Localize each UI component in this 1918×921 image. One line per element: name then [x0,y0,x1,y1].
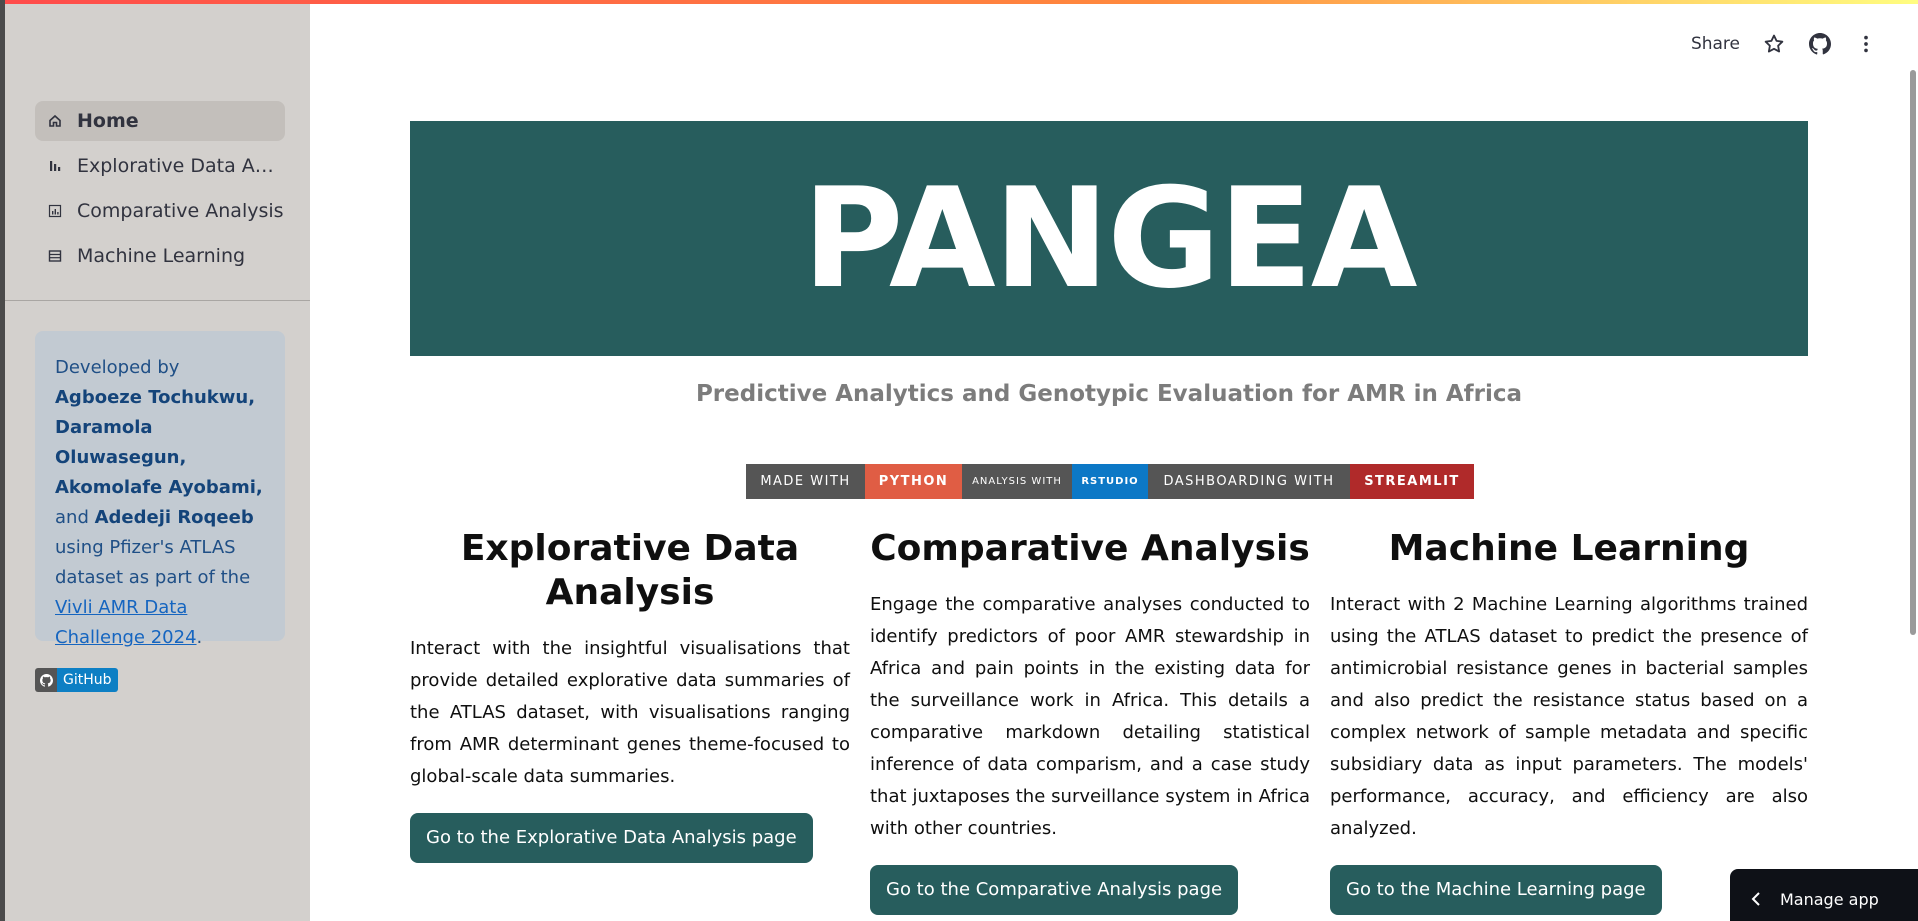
banner-title: PANGEA [802,158,1417,319]
section-machine-learning: Machine Learning Interact with 2 Machine… [1330,527,1808,915]
badge-streamlit: STREAMLIT [1350,464,1474,499]
go-to-machine-learning-button[interactable]: Go to the Machine Learning page [1330,865,1662,915]
sidebar-item-machine-learning[interactable]: Machine Learning [35,236,285,276]
badge-rstudio: RSTUDIO [1072,464,1148,499]
sidebar-nav: Home Explorative Data Analysis Comparati… [35,101,285,281]
manage-app-label: Manage app [1780,889,1879,909]
header-actions: Share [1691,32,1878,56]
sidebar-item-label: Explorative Data Analysis [77,155,285,177]
sidebar-item-label: Comparative Analysis [77,200,284,222]
tech-badges: MADE WITH PYTHON ANALYSIS WITH RSTUDIO D… [746,464,1474,499]
section-description: Interact with the insightful visualisati… [410,638,850,787]
badge-analysis-with: ANALYSIS WITH [962,464,1072,499]
info-text: using Pfizer's ATLAS dataset as part of … [55,537,251,588]
info-author: Adedeji Roqeeb [94,507,254,528]
github-icon[interactable] [1808,32,1832,56]
chevron-left-icon [1750,892,1762,906]
bar-chart-icon [47,158,63,174]
sidebar-item-label: Home [77,110,139,132]
top-decoration-bar [0,0,1918,4]
github-badge-label: GitHub [57,668,118,692]
section-description: Engage the comparative analyses conducte… [870,594,1310,839]
badge-dashboarding-with: DASHBOARDING WITH [1148,464,1350,499]
scrollbar[interactable] [1910,70,1916,635]
info-text: . [196,627,203,648]
banner-subtitle: Predictive Analytics and Genotypic Evalu… [695,381,1523,407]
analytics-icon [47,203,63,219]
developer-info-box: Developed by Agboeze Tochukwu, Daramola … [35,331,285,648]
manage-app-button[interactable]: Manage app [1730,869,1918,921]
section-comparative-analysis: Comparative Analysis Engage the comparat… [870,527,1310,915]
sidebar-item-explorative-data-analysis[interactable]: Explorative Data Analysis [35,146,285,186]
github-icon [35,668,57,692]
share-button[interactable]: Share [1691,34,1740,54]
sidebar-item-comparative-analysis[interactable]: Comparative Analysis [35,191,285,231]
info-text: and [55,507,95,528]
home-icon [47,113,63,129]
table-icon [47,248,63,264]
section-title: Comparative Analysis [870,528,1310,569]
star-icon[interactable] [1762,32,1786,56]
more-vertical-icon[interactable] [1854,32,1878,56]
section-explorative-data-analysis: Explorative Data Analysis Interact with … [410,527,850,863]
info-authors: Agboeze Tochukwu, Daramola Oluwasegun, A… [55,387,263,498]
badge-python: PYTHON [865,464,962,499]
hero-banner: PANGEA [410,121,1808,356]
sidebar: Home Explorative Data Analysis Comparati… [5,0,310,921]
window-edge [0,0,5,921]
section-title: Machine Learning [1388,528,1750,569]
sidebar-divider [5,300,310,301]
challenge-link[interactable]: Vivli AMR Data Challenge 2024 [55,597,197,648]
info-text: Developed by [55,357,180,378]
section-title: Explorative Data Analysis [460,528,800,613]
sidebar-item-label: Machine Learning [77,245,246,267]
sidebar-item-home[interactable]: Home [35,101,285,141]
badge-made-with: MADE WITH [746,464,865,499]
section-description: Interact with 2 Machine Learning algorit… [1330,594,1808,839]
github-badge[interactable]: GitHub [35,668,118,692]
go-to-comparative-analysis-button[interactable]: Go to the Comparative Analysis page [870,865,1239,915]
go-to-eda-button[interactable]: Go to the Explorative Data Analysis page [410,813,813,863]
